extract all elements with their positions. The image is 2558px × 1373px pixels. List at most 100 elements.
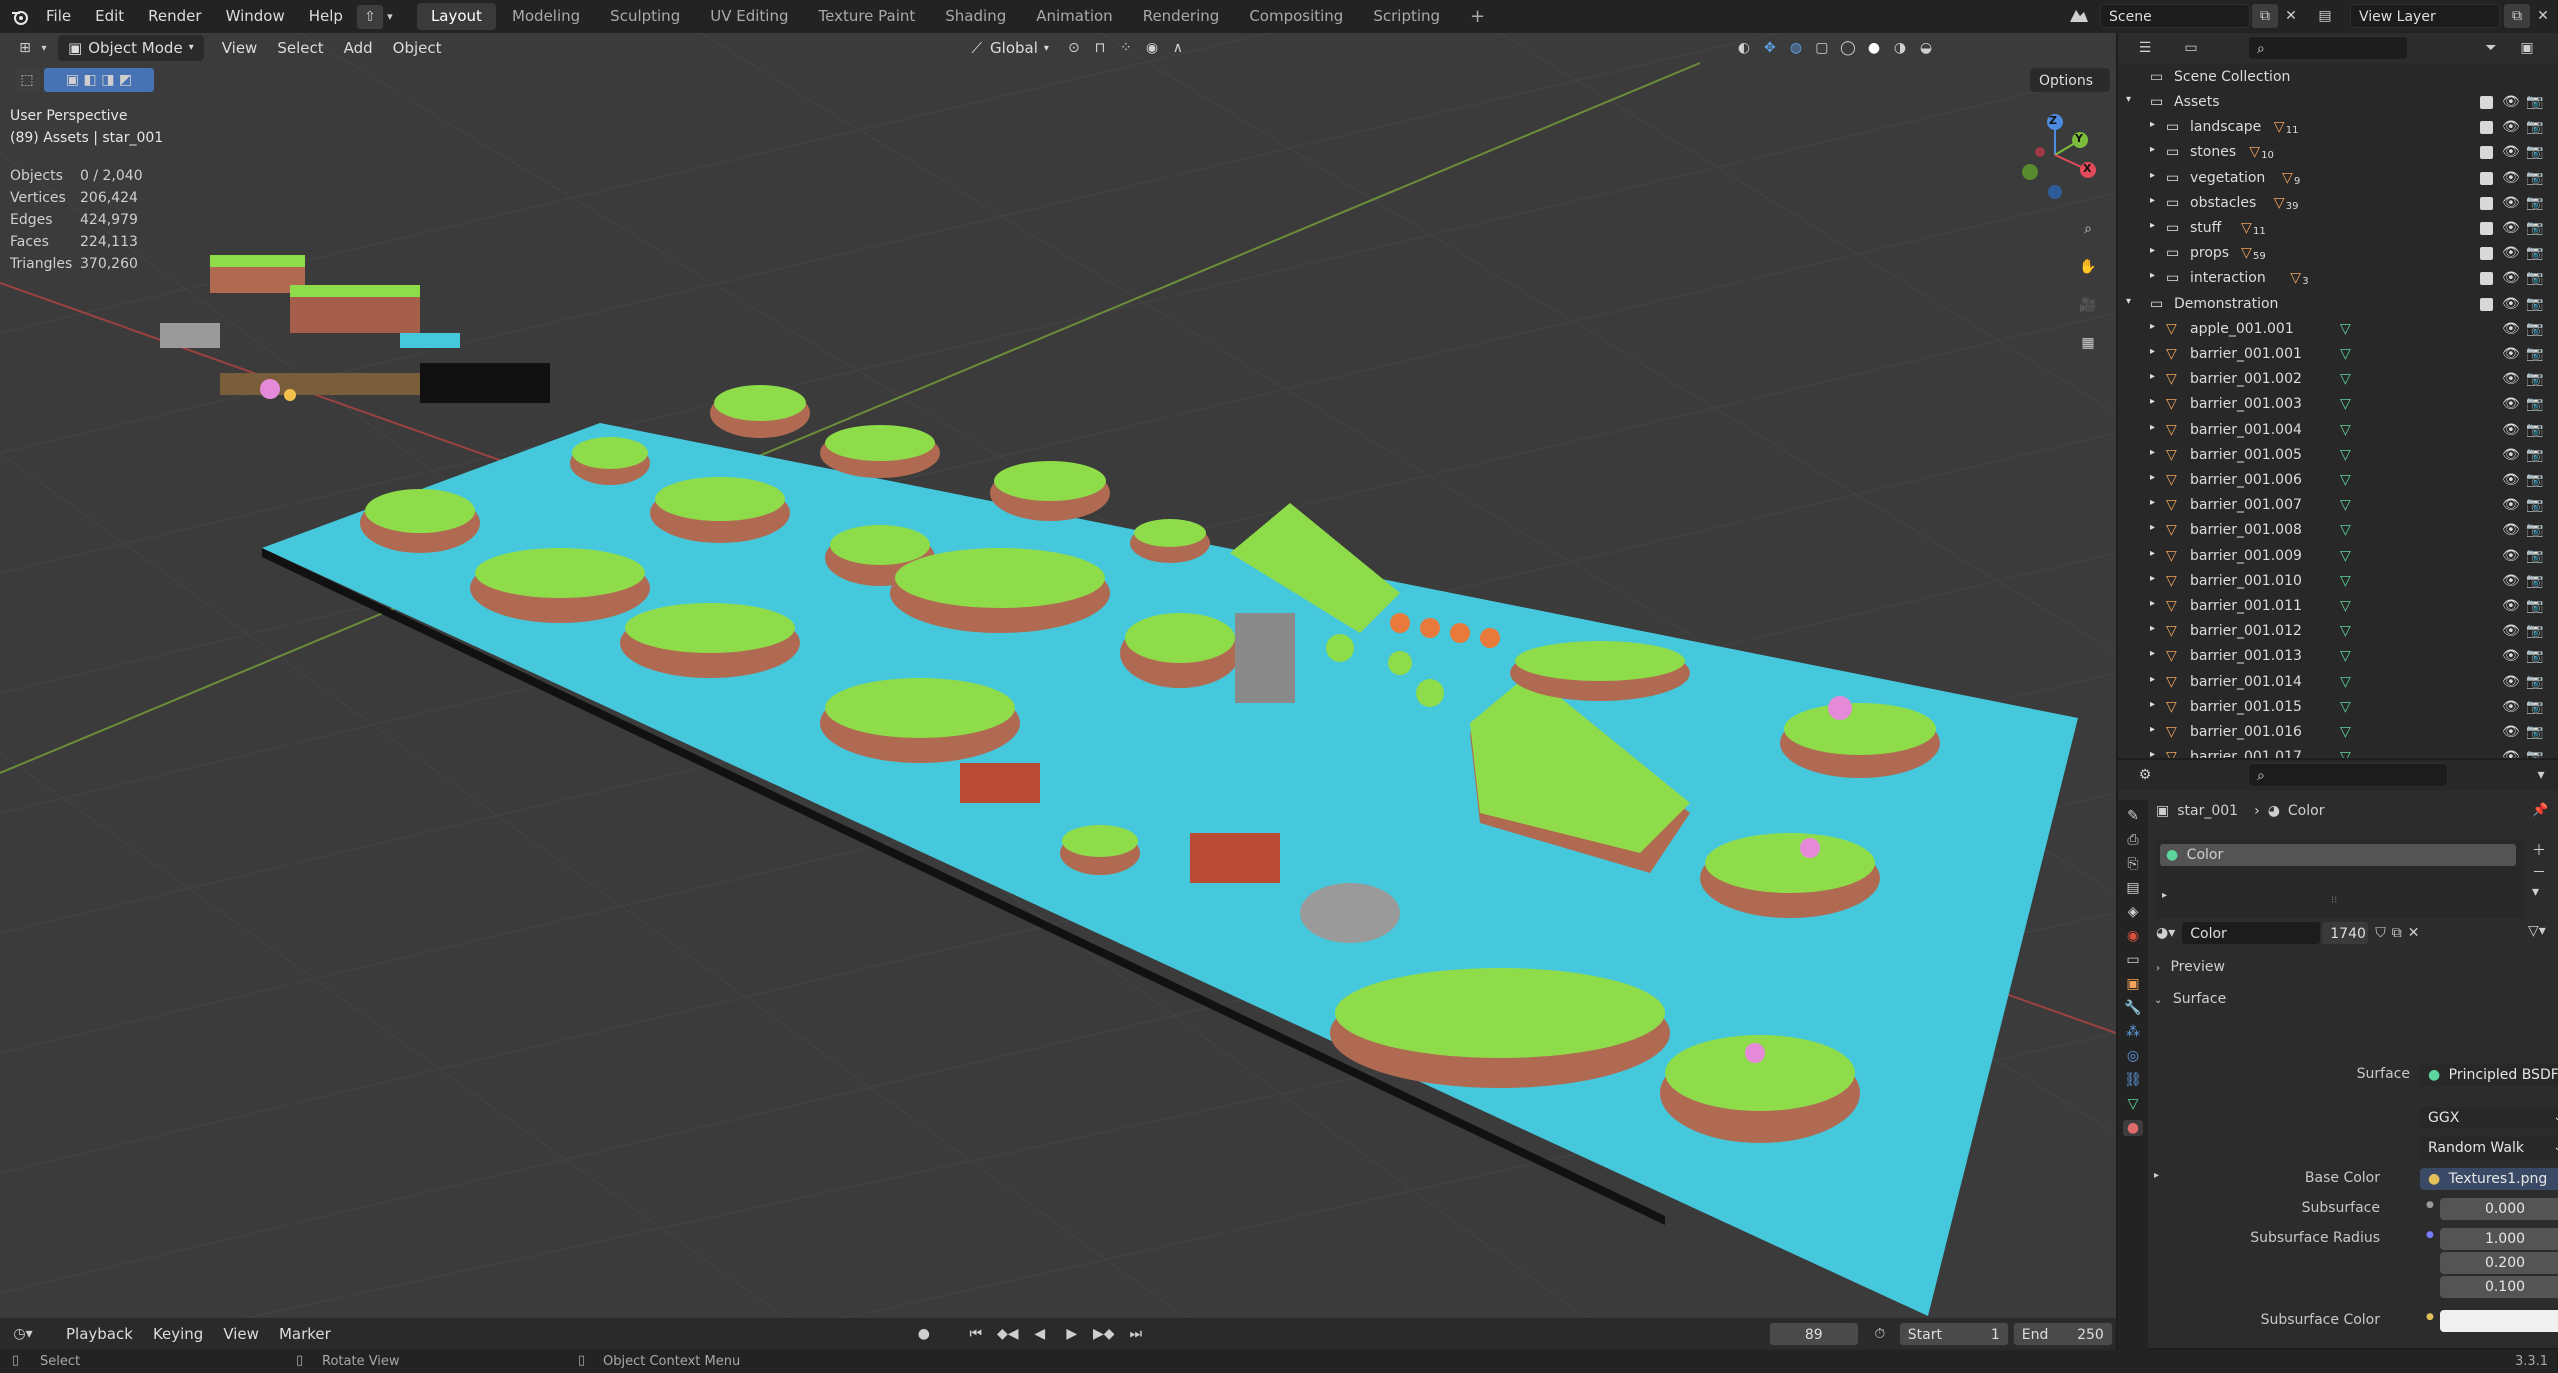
eye-icon[interactable]: 👁 xyxy=(2502,321,2520,337)
menu-edit[interactable]: Edit xyxy=(83,0,136,33)
chevron-right-icon[interactable]: ▸ xyxy=(2150,598,2155,609)
surface-shader-field[interactable]: ● Principled BSDF xyxy=(2420,1064,2558,1086)
rendered-shading-icon[interactable]: ◒ xyxy=(1913,36,1939,60)
chevron-down-icon[interactable]: ▾ xyxy=(2528,763,2554,787)
camera-render-icon[interactable]: 📷 xyxy=(2526,522,2543,538)
eye-icon[interactable]: 👁 xyxy=(2502,573,2520,589)
xray-icon[interactable]: ▢ xyxy=(1809,36,1835,60)
transform-orientation-dropdown[interactable]: ⟋ Global ▾ xyxy=(972,39,1049,57)
link-icon[interactable]: ⇧ xyxy=(356,4,383,29)
exclude-checkbox[interactable] xyxy=(2480,272,2493,286)
camera-render-icon[interactable]: 📷 xyxy=(2526,144,2543,160)
3d-viewport[interactable] xyxy=(0,33,2116,1328)
menu-file[interactable]: File xyxy=(34,0,83,33)
modifier-tab-icon[interactable]: 🔧 xyxy=(2124,1000,2141,1016)
menu-render[interactable]: Render xyxy=(136,0,213,33)
add-workspace-button[interactable]: + xyxy=(1456,3,1499,30)
pivot-icon[interactable]: ⊙ xyxy=(1061,36,1087,60)
sub-collection-row[interactable]: ▸ ▭ stones ▽ 10 👁 📷 xyxy=(2118,140,2558,165)
chevron-right-icon[interactable]: ▸ xyxy=(2150,724,2155,735)
object-row[interactable]: ▸ ▽ barrier_001.014 ▽ 👁 📷 xyxy=(2118,670,2558,695)
camera-render-icon[interactable]: 📷 xyxy=(2526,674,2543,690)
camera-render-icon[interactable]: 📷 xyxy=(2526,447,2543,463)
menu-window[interactable]: Window xyxy=(214,0,297,33)
chevron-right-icon[interactable]: ▸ xyxy=(2150,321,2155,332)
world-tab-icon[interactable]: ◉ xyxy=(2127,928,2139,944)
eye-icon[interactable]: 👁 xyxy=(2502,170,2520,186)
camera-render-icon[interactable]: 📷 xyxy=(2526,296,2543,312)
object-row[interactable]: ▸ ▽ barrier_001.008 ▽ 👁 📷 xyxy=(2118,518,2558,543)
chevron-down-icon[interactable]: ▾ xyxy=(383,5,397,29)
camera-render-icon[interactable]: 📷 xyxy=(2526,598,2543,614)
eye-icon[interactable]: 👁 xyxy=(2502,497,2520,513)
exclude-checkbox[interactable] xyxy=(2480,171,2493,185)
exclude-checkbox[interactable] xyxy=(2480,96,2493,109)
wireframe-shading-icon[interactable]: ◯ xyxy=(1835,36,1861,60)
menu-playback[interactable]: Playback xyxy=(56,1321,143,1347)
chevron-right-icon[interactable]: ▸ xyxy=(2150,396,2155,407)
chevron-right-icon[interactable]: ▸ xyxy=(2150,270,2155,281)
material-slot-item[interactable]: ● Color xyxy=(2160,844,2516,866)
editor-type-icon[interactable]: ☰ xyxy=(2132,36,2158,60)
socket-dot-icon[interactable]: ● xyxy=(2426,1230,2434,1240)
object-row[interactable]: ▸ ▽ barrier_001.007 ▽ 👁 📷 xyxy=(2118,493,2558,518)
camera-render-icon[interactable]: 📷 xyxy=(2526,749,2543,758)
menu-add[interactable]: Add xyxy=(334,35,383,61)
eye-icon[interactable]: 👁 xyxy=(2502,724,2520,740)
chevron-right-icon[interactable]: ▸ xyxy=(2150,346,2155,357)
outliner-search-input[interactable]: ⌕ xyxy=(2248,36,2408,60)
view-layer-tab-icon[interactable]: ▤ xyxy=(2126,880,2139,896)
current-frame-field[interactable]: 89 xyxy=(1768,1322,1859,1346)
base-color-texture-field[interactable]: ● Textures1.png xyxy=(2420,1168,2558,1190)
chevron-right-icon[interactable]: ▸ xyxy=(2150,245,2155,256)
object-row[interactable]: ▸ ▽ barrier_001.009 ▽ 👁 📷 xyxy=(2118,544,2558,569)
camera-render-icon[interactable]: 📷 xyxy=(2526,573,2543,589)
camera-render-icon[interactable]: 📷 xyxy=(2526,623,2543,639)
camera-render-icon[interactable]: 📷 xyxy=(2526,346,2543,362)
eye-icon[interactable]: 👁 xyxy=(2502,598,2520,614)
camera-render-icon[interactable]: 📷 xyxy=(2526,472,2543,488)
tab-compositing[interactable]: Compositing xyxy=(1235,3,1357,30)
gizmo-icon[interactable]: ✥ xyxy=(1757,36,1783,60)
camera-render-icon[interactable]: 📷 xyxy=(2526,396,2543,412)
prev-keyframe-icon[interactable]: ◆◀ xyxy=(995,1322,1021,1346)
eye-icon[interactable]: 👁 xyxy=(2502,472,2520,488)
exclude-checkbox[interactable] xyxy=(2480,121,2493,135)
new-collection-icon[interactable]: ▣ xyxy=(2514,36,2540,60)
clock-icon[interactable]: ⏱ xyxy=(1867,1322,1893,1346)
tab-animation[interactable]: Animation xyxy=(1022,3,1126,30)
material-slots-list[interactable]: ● Color ▸ ⁝⁝ xyxy=(2156,840,2524,918)
menu-view[interactable]: View xyxy=(212,35,268,61)
object-row[interactable]: ▸ ▽ barrier_001.010 ▽ 👁 📷 xyxy=(2118,569,2558,594)
close-icon[interactable]: ✕ xyxy=(2278,4,2304,28)
chevron-right-icon[interactable]: ▸ xyxy=(2150,749,2155,758)
jump-start-icon[interactable]: ⏮ xyxy=(963,1322,989,1346)
collection-tab-icon[interactable]: ▭ xyxy=(2126,952,2139,968)
scene-tab-icon[interactable]: ◈ xyxy=(2128,904,2139,920)
object-row[interactable]: ▸ ▽ barrier_001.017 ▽ 👁 📷 xyxy=(2118,745,2558,758)
eye-icon[interactable]: 👁 xyxy=(2502,346,2520,362)
eye-icon[interactable]: 👁 xyxy=(2502,447,2520,463)
solid-shading-icon[interactable]: ● xyxy=(1861,36,1887,60)
chevron-right-icon[interactable]: ▸ xyxy=(2150,573,2155,584)
material-name-field[interactable]: Color xyxy=(2181,921,2322,945)
mode-dropdown[interactable]: ▣ Object Mode ▾ xyxy=(58,35,204,61)
selection-mode-icons[interactable]: ▣ ◧ ◨ ◩ xyxy=(44,68,154,92)
menu-keying[interactable]: Keying xyxy=(143,1321,213,1347)
chevron-down-icon[interactable]: ▾ xyxy=(2126,296,2131,307)
copy-scene-icon[interactable]: ⧉ xyxy=(2252,4,2278,28)
eye-icon[interactable]: 👁 xyxy=(2502,296,2520,312)
snap-icon[interactable]: ⊓ xyxy=(1087,36,1113,60)
object-row[interactable]: ▸ ▽ barrier_001.003 ▽ 👁 📷 xyxy=(2118,392,2558,417)
eye-icon[interactable]: 👁 xyxy=(2502,699,2520,715)
subsurface-color-swatch[interactable] xyxy=(2440,1310,2558,1332)
chevron-down-icon[interactable]: ▾ xyxy=(2126,94,2131,105)
object-row[interactable]: ▸ ▽ barrier_001.002 ▽ 👁 📷 xyxy=(2118,367,2558,392)
object-row[interactable]: ▸ ▽ barrier_001.006 ▽ 👁 📷 xyxy=(2118,468,2558,493)
object-tab-icon[interactable]: ▣ xyxy=(2126,976,2139,992)
eye-icon[interactable]: 👁 xyxy=(2502,220,2520,236)
duplicate-icon[interactable]: ⧉ xyxy=(2392,925,2402,941)
exclude-checkbox[interactable] xyxy=(2480,297,2493,311)
sub-collection-row[interactable]: ▸ ▭ stuff ▽ 11 👁 📷 xyxy=(2118,216,2558,241)
chevron-right-icon[interactable]: ▸ xyxy=(2150,144,2155,155)
